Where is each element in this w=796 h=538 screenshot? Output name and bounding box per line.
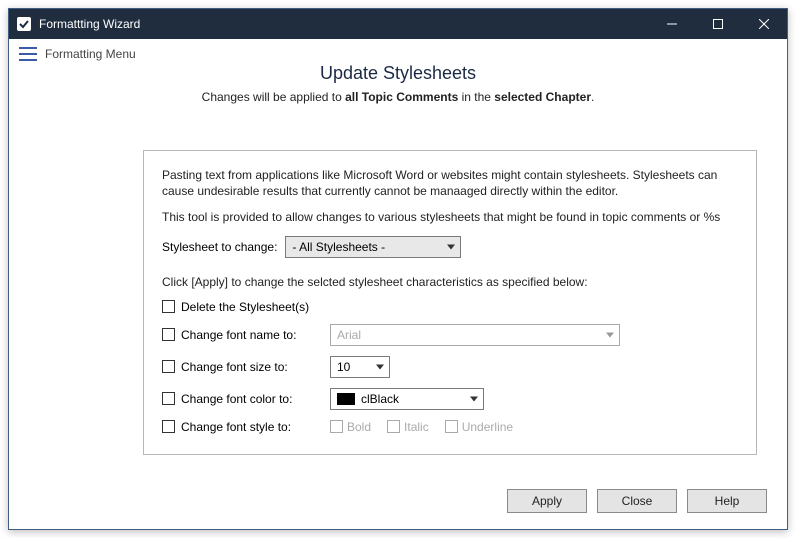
sub-bold2: selected Chapter bbox=[494, 90, 591, 104]
font-size-select[interactable]: 10 bbox=[330, 356, 390, 378]
change-font-style-label: Change font style to: bbox=[181, 420, 291, 434]
change-font-color-label: Change font color to: bbox=[181, 392, 292, 406]
change-font-style-checkbox[interactable] bbox=[162, 420, 175, 433]
instruction-text: Click [Apply] to change the selcted styl… bbox=[162, 274, 738, 290]
stylesheet-select[interactable]: - All Stylesheets - bbox=[285, 236, 461, 258]
change-font-size-checkbox[interactable] bbox=[162, 360, 175, 373]
underline-checkbox[interactable] bbox=[445, 420, 458, 433]
bold-checkbox[interactable] bbox=[330, 420, 343, 433]
close-button[interactable]: Close bbox=[597, 489, 677, 513]
chevron-down-icon bbox=[447, 244, 455, 249]
chevron-down-icon bbox=[470, 396, 478, 401]
change-font-name-checkbox[interactable] bbox=[162, 328, 175, 341]
change-font-color-checkbox[interactable] bbox=[162, 392, 175, 405]
sub-suffix: . bbox=[591, 90, 594, 104]
footer: Apply Close Help bbox=[9, 475, 787, 529]
font-color-value: clBlack bbox=[361, 392, 399, 406]
underline-label: Underline bbox=[462, 420, 513, 434]
apply-button[interactable]: Apply bbox=[507, 489, 587, 513]
italic-label: Italic bbox=[404, 420, 429, 434]
italic-checkbox[interactable] bbox=[387, 420, 400, 433]
help-button[interactable]: Help bbox=[687, 489, 767, 513]
stylesheet-label: Stylesheet to change: bbox=[162, 240, 277, 254]
font-name-value: Arial bbox=[337, 328, 361, 342]
sub-mid: in the bbox=[458, 90, 494, 104]
bold-label: Bold bbox=[347, 420, 371, 434]
window-frame: Formattting Wizard Formatting Menu Updat… bbox=[8, 8, 788, 530]
font-color-select[interactable]: clBlack bbox=[330, 388, 484, 410]
intro-paragraph-1: Pasting text from applications like Micr… bbox=[162, 167, 738, 199]
window-title: Formattting Wizard bbox=[39, 17, 140, 31]
hamburger-icon[interactable] bbox=[19, 47, 37, 61]
delete-stylesheet-checkbox[interactable] bbox=[162, 300, 175, 313]
intro-paragraph-2: This tool is provided to allow changes t… bbox=[162, 209, 738, 225]
chevron-down-icon bbox=[606, 332, 614, 337]
close-window-button[interactable] bbox=[741, 9, 787, 39]
delete-stylesheet-label: Delete the Stylesheet(s) bbox=[181, 300, 309, 314]
sub-prefix: Changes will be applied to bbox=[202, 90, 345, 104]
titlebar: Formattting Wizard bbox=[9, 9, 787, 39]
color-swatch bbox=[337, 393, 355, 405]
stylesheet-value: - All Stylesheets - bbox=[292, 240, 385, 254]
sub-bold1: all Topic Comments bbox=[345, 90, 458, 104]
maximize-button[interactable] bbox=[695, 9, 741, 39]
change-font-size-label: Change font size to: bbox=[181, 360, 288, 374]
minimize-button[interactable] bbox=[649, 9, 695, 39]
app-icon bbox=[17, 17, 31, 31]
menubar: Formatting Menu bbox=[9, 39, 787, 69]
change-font-name-label: Change font name to: bbox=[181, 328, 296, 342]
font-size-value: 10 bbox=[337, 360, 350, 374]
main-panel: Pasting text from applications like Micr… bbox=[143, 150, 757, 455]
chevron-down-icon bbox=[376, 364, 384, 369]
formatting-menu-button[interactable]: Formatting Menu bbox=[45, 47, 136, 61]
page-subtitle: Changes will be applied to all Topic Com… bbox=[9, 90, 787, 104]
font-name-select[interactable]: Arial bbox=[330, 324, 620, 346]
